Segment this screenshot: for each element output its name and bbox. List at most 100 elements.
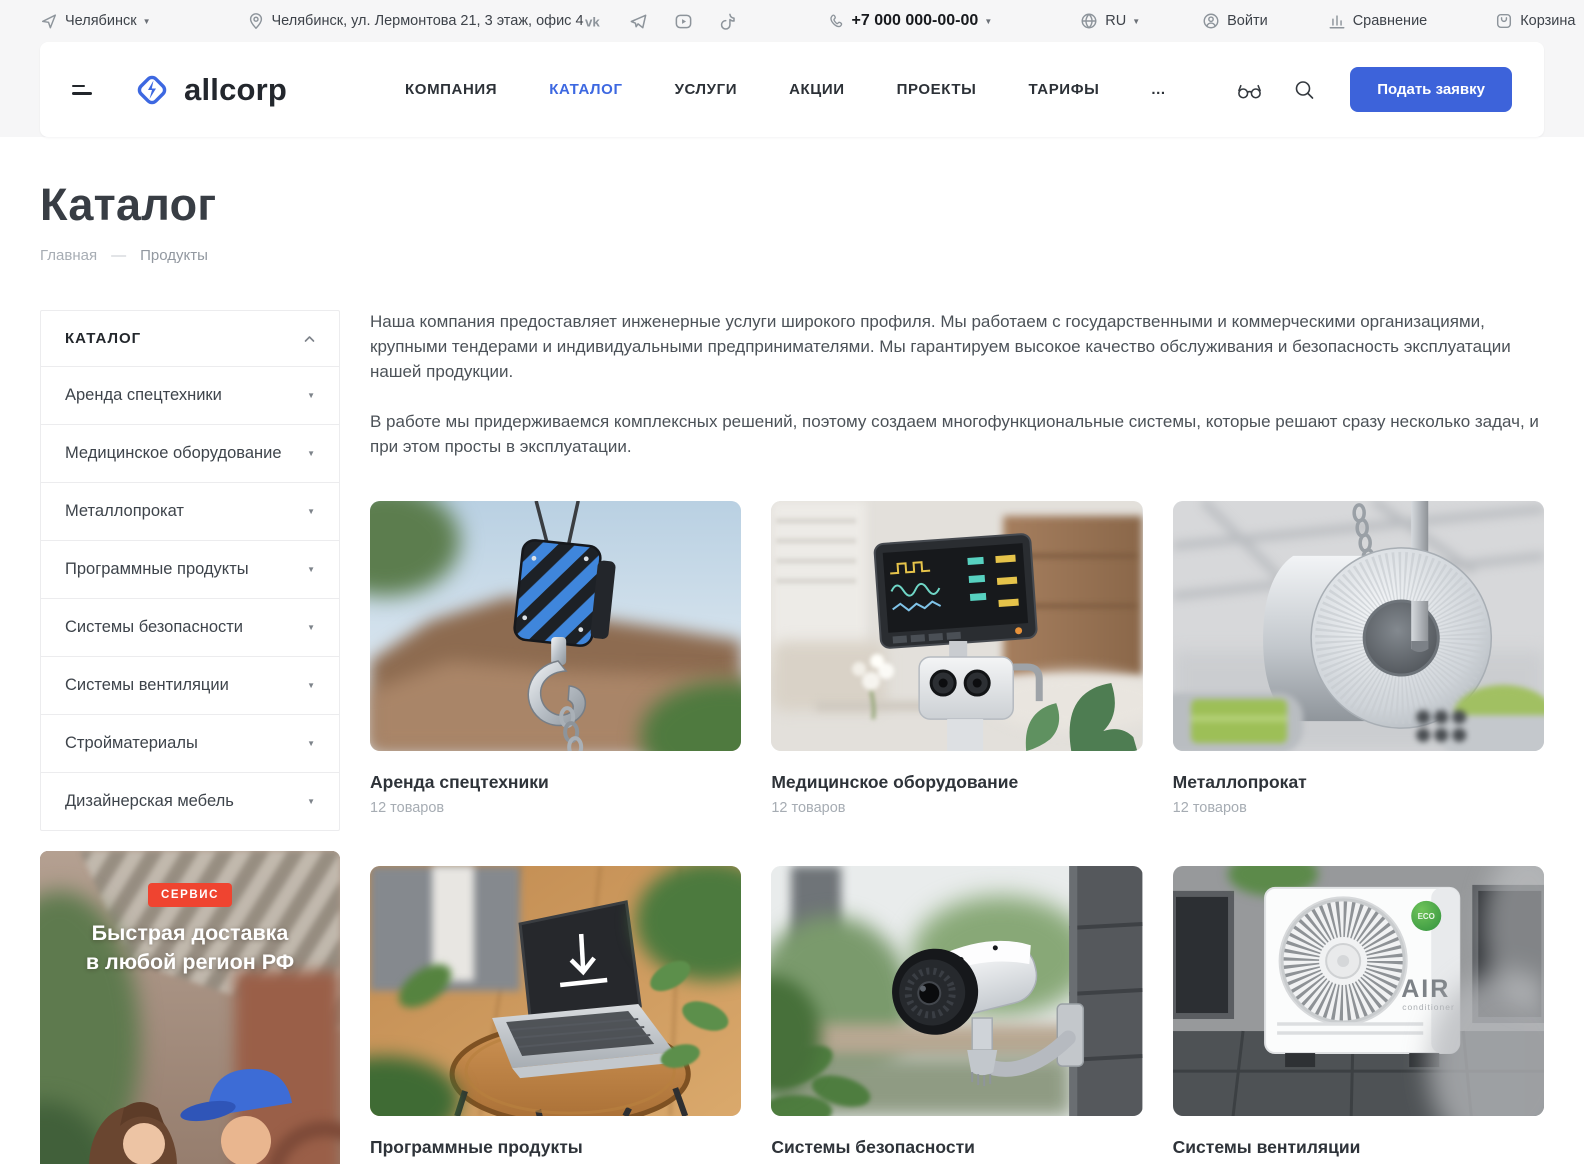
submit-request-button[interactable]: Подать заявку bbox=[1350, 67, 1512, 112]
chevron-down-icon: ▼ bbox=[307, 739, 315, 748]
svg-text:AIR: AIR bbox=[1401, 975, 1450, 1003]
nav-more[interactable]: ... bbox=[1151, 81, 1165, 98]
intro-paragraph-2: В работе мы придерживаемся комплексных р… bbox=[370, 410, 1544, 460]
category-card-software[interactable]: Программные продукты 12 товаров bbox=[370, 866, 741, 1164]
card-title: Системы безопасности bbox=[771, 1137, 1142, 1158]
category-card-special-equipment[interactable]: Аренда спецтехники 12 товаров bbox=[370, 501, 741, 816]
sidebar-item-label: Стройматериалы bbox=[65, 734, 198, 753]
card-count: 12 товаров bbox=[370, 800, 741, 816]
search-icon[interactable] bbox=[1291, 78, 1318, 102]
category-card-metal[interactable]: Металлопрокат 12 товаров bbox=[1173, 501, 1544, 816]
login-label: Войти bbox=[1227, 13, 1268, 29]
sidebar-item-designer-furniture[interactable]: Дизайнерская мебель ▼ bbox=[41, 772, 339, 830]
chevron-down-icon: ▼ bbox=[984, 17, 992, 26]
nav-promos[interactable]: АКЦИИ bbox=[789, 81, 845, 98]
sidebar-item-security[interactable]: Системы безопасности ▼ bbox=[41, 598, 339, 656]
chevron-up-icon bbox=[304, 335, 315, 343]
category-card-medical[interactable]: Медицинское оборудование 12 товаров bbox=[771, 501, 1142, 816]
logo-text: allcorp bbox=[184, 72, 287, 108]
user-icon bbox=[1202, 12, 1220, 30]
delivery-promo-banner[interactable]: СЕРВИС Быстрая доставка в любой регион Р… bbox=[40, 851, 340, 1164]
youtube-icon[interactable] bbox=[674, 12, 693, 31]
logo[interactable]: allcorp bbox=[132, 70, 287, 110]
vk-icon[interactable]: vk bbox=[584, 12, 603, 31]
card-count: 12 товаров bbox=[1173, 800, 1544, 816]
telegram-icon[interactable] bbox=[629, 12, 648, 31]
cctv-camera-image bbox=[771, 866, 1142, 1116]
laptop-download-image bbox=[370, 866, 741, 1116]
nav-tariffs[interactable]: ТАРИФЫ bbox=[1028, 81, 1099, 98]
chevron-down-icon: ▼ bbox=[307, 681, 315, 690]
cart-bag-icon bbox=[1495, 12, 1513, 30]
city-selector[interactable]: Челябинск ▼ bbox=[40, 12, 151, 30]
send-location-icon bbox=[40, 12, 58, 30]
card-title: Медицинское оборудование bbox=[771, 772, 1142, 793]
topbar: Челябинск ▼ Челябинск, ул. Лермонтова 21… bbox=[40, 0, 1544, 42]
breadcrumb-home[interactable]: Главная bbox=[40, 247, 97, 264]
chevron-down-icon: ▼ bbox=[307, 565, 315, 574]
phone-icon bbox=[828, 13, 845, 30]
category-card-ventilation[interactable]: ECO AIR conditioner Системы вентиляции 1… bbox=[1173, 866, 1544, 1164]
card-title: Металлопрокат bbox=[1173, 772, 1544, 793]
cart-label: Корзина bbox=[1520, 13, 1575, 29]
top-zone: Челябинск ▼ Челябинск, ул. Лермонтова 21… bbox=[0, 0, 1584, 137]
login-button[interactable]: Войти bbox=[1202, 12, 1268, 30]
promo-title: Быстрая доставка в любой регион РФ bbox=[40, 919, 340, 977]
globe-icon bbox=[1080, 12, 1098, 30]
chevron-down-icon: ▼ bbox=[307, 797, 315, 806]
phone[interactable]: +7 000 000-00-00 ▼ bbox=[828, 12, 993, 30]
logo-diamond-icon bbox=[132, 70, 172, 110]
card-title: Аренда спецтехники bbox=[370, 772, 741, 793]
sidebar-item-label: Металлопрокат bbox=[65, 502, 184, 521]
compare-bars-icon bbox=[1328, 12, 1346, 30]
card-count: 12 товаров bbox=[771, 800, 1142, 816]
breadcrumb-current: Продукты bbox=[140, 247, 208, 264]
sidebar-item-building-materials[interactable]: Стройматериалы ▼ bbox=[41, 714, 339, 772]
chevron-down-icon: ▼ bbox=[307, 391, 315, 400]
sidebar-item-label: Аренда спецтехники bbox=[65, 386, 222, 405]
catalog-sidebar: КАТАЛОГ Аренда спецтехники ▼ Медицинское … bbox=[40, 310, 340, 1164]
accessibility-glasses-icon[interactable] bbox=[1236, 78, 1263, 102]
chevron-down-icon: ▼ bbox=[307, 449, 315, 458]
air-conditioner-image: ECO AIR conditioner bbox=[1173, 866, 1544, 1116]
breadcrumb-divider: — bbox=[111, 247, 126, 264]
breadcrumb: Главная — Продукты bbox=[40, 247, 1544, 264]
cart-button[interactable]: Корзина bbox=[1495, 12, 1575, 30]
language-selector[interactable]: RU ▼ bbox=[1080, 12, 1140, 30]
svg-text:ECO: ECO bbox=[1417, 912, 1434, 921]
nav-services[interactable]: УСЛУГИ bbox=[675, 81, 738, 98]
sidebar-item-special-equipment[interactable]: Аренда спецтехники ▼ bbox=[41, 366, 339, 424]
chevron-down-icon: ▼ bbox=[307, 623, 315, 632]
compare-button[interactable]: Сравнение bbox=[1328, 12, 1428, 30]
intro-text: Наша компания предоставляет инженерные у… bbox=[370, 310, 1544, 460]
sidebar-item-software[interactable]: Программные продукты ▼ bbox=[41, 540, 339, 598]
menu-burger-icon[interactable] bbox=[72, 85, 92, 95]
social-links: vk bbox=[584, 12, 738, 31]
intro-paragraph-1: Наша компания предоставляет инженерные у… bbox=[370, 310, 1544, 385]
sidebar-item-label: Дизайнерская мебель bbox=[65, 792, 234, 811]
sidebar-item-label: Системы вентиляции bbox=[65, 676, 229, 695]
chevron-down-icon: ▼ bbox=[307, 507, 315, 516]
card-title: Программные продукты bbox=[370, 1137, 741, 1158]
main-header: allcorp КОМПАНИЯ КАТАЛОГ УСЛУГИ АКЦИИ ПР… bbox=[40, 42, 1544, 137]
svg-text:vk: vk bbox=[584, 14, 599, 29]
nav-company[interactable]: КОМПАНИЯ bbox=[405, 81, 497, 98]
header-tools: Подать заявку bbox=[1236, 67, 1512, 112]
sidebar-catalog-header[interactable]: КАТАЛОГ bbox=[41, 311, 339, 366]
nav-projects[interactable]: ПРОЕКТЫ bbox=[897, 81, 977, 98]
sidebar-item-medical[interactable]: Медицинское оборудование▼ bbox=[41, 424, 339, 482]
sidebar-item-label: Программные продукты bbox=[65, 560, 249, 579]
tiktok-icon[interactable] bbox=[719, 12, 738, 31]
sidebar-item-ventilation[interactable]: Системы вентиляции ▼ bbox=[41, 656, 339, 714]
address-label: Челябинск, ул. Лермонтова 21, 3 этаж, оф… bbox=[272, 13, 584, 29]
main-nav: КОМПАНИЯ КАТАЛОГ УСЛУГИ АКЦИИ ПРОЕКТЫ ТА… bbox=[405, 81, 1166, 98]
page-title: Каталог bbox=[40, 179, 1544, 231]
sidebar-title: КАТАЛОГ bbox=[65, 330, 141, 347]
promo-overlay: СЕРВИС Быстрая доставка в любой регион Р… bbox=[40, 851, 340, 977]
nav-catalog[interactable]: КАТАЛОГ bbox=[549, 81, 622, 98]
promo-badge: СЕРВИС bbox=[148, 883, 232, 907]
sidebar-item-label: Системы безопасности bbox=[65, 618, 243, 637]
chevron-down-icon: ▼ bbox=[1132, 17, 1140, 26]
sidebar-item-metal[interactable]: Металлопрокат ▼ bbox=[41, 482, 339, 540]
category-card-security[interactable]: Системы безопасности 12 товаров bbox=[771, 866, 1142, 1164]
